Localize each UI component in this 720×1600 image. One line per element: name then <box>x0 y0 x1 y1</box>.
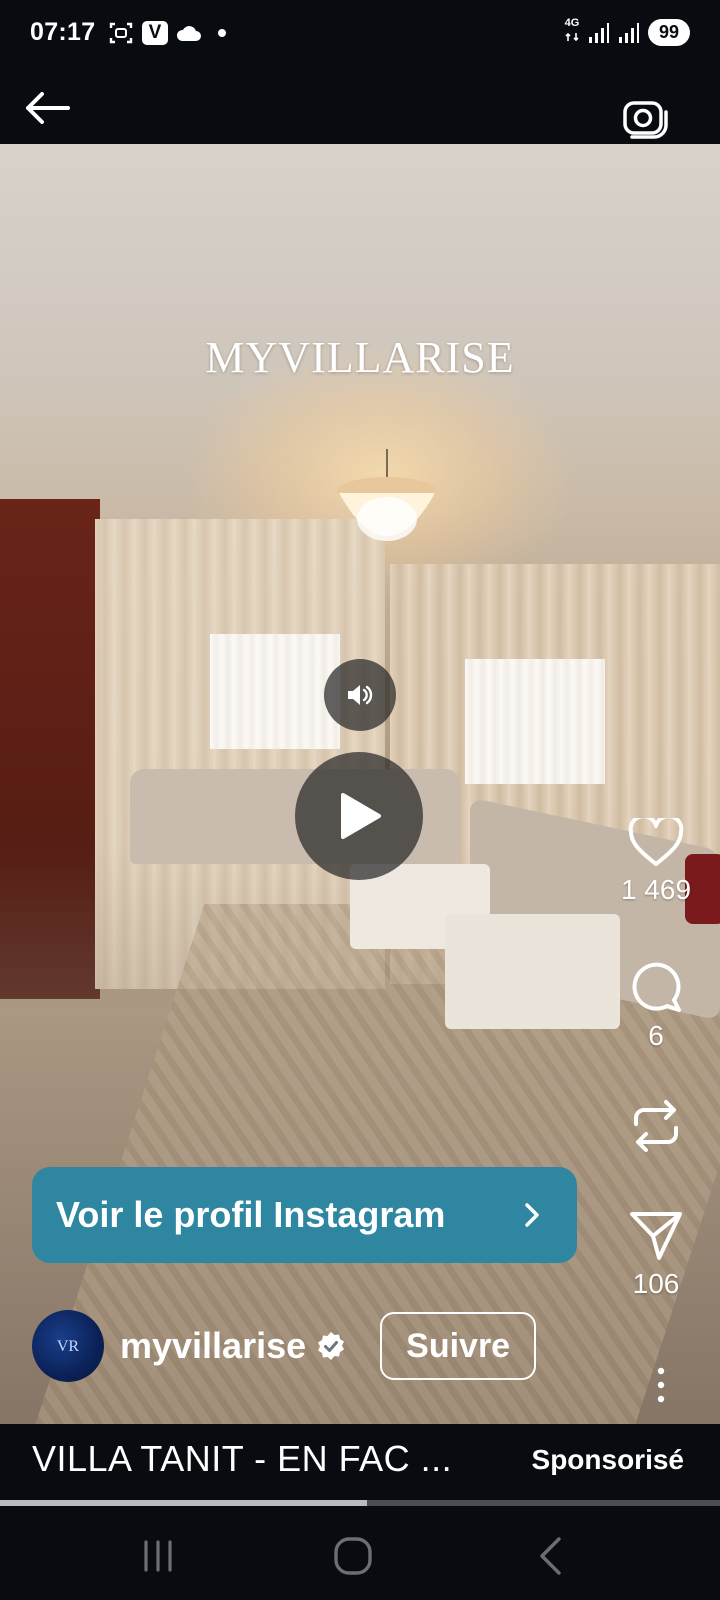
post-caption[interactable]: VILLA TANIT - EN FAC ... <box>32 1438 452 1480</box>
volume-icon <box>348 685 373 705</box>
username[interactable]: myvillarise <box>120 1325 306 1367</box>
avatar[interactable]: VR <box>32 1310 104 1382</box>
verified-badge-icon <box>318 1332 345 1360</box>
status-time: 07:17 <box>30 18 96 46</box>
share-count: 106 <box>632 1268 680 1299</box>
camera-icon[interactable] <box>622 96 670 144</box>
play-button[interactable] <box>295 752 423 880</box>
more-vertical-icon[interactable] <box>651 1365 671 1405</box>
svg-text:VR: VR <box>57 1338 80 1355</box>
like-count: 1 469 <box>620 874 692 905</box>
caption-bar: VILLA TANIT - EN FAC ... Sponsorisé <box>0 1424 720 1500</box>
repost-icon[interactable] <box>630 1098 682 1154</box>
view-profile-label: Voir le profil Instagram <box>56 1194 446 1235</box>
notification-dot <box>218 29 226 37</box>
signal-icon <box>589 22 609 43</box>
view-profile-button[interactable]: Voir le profil Instagram <box>32 1167 577 1263</box>
comment-action[interactable]: 6 <box>606 960 706 1052</box>
brand-logo-icon: VR <box>57 1338 80 1355</box>
play-icon <box>341 793 381 839</box>
home-icon[interactable] <box>333 1536 373 1576</box>
video-brand-text: MYVILLARISE <box>205 333 515 382</box>
send-action[interactable]: 106 <box>606 1210 706 1300</box>
system-nav-bar <box>0 1506 720 1600</box>
status-bar: 07:17 V 4G 99 <box>0 0 720 66</box>
profile-row: VR myvillarise Suivre <box>32 1310 537 1382</box>
network-type: 4G <box>564 18 580 47</box>
repost-action[interactable] <box>606 1098 706 1154</box>
comment-count: 6 <box>648 1020 664 1051</box>
chevron-right-icon <box>525 1203 539 1227</box>
comment-icon[interactable] <box>629 960 683 1014</box>
send-icon[interactable] <box>629 1210 683 1262</box>
volume-button[interactable] <box>324 659 396 731</box>
back-icon[interactable] <box>531 1536 571 1576</box>
top-bar <box>0 66 720 144</box>
like-action[interactable]: 1 469 <box>606 818 706 906</box>
screenshot-icon <box>108 20 134 46</box>
recents-icon[interactable] <box>138 1536 178 1576</box>
status-icons-right: 4G 99 <box>564 18 690 47</box>
cloud-icon <box>176 20 202 46</box>
signal-icon <box>619 22 639 43</box>
sponsored-label: Sponsorisé <box>531 1444 684 1475</box>
battery-icon: 99 <box>648 19 690 46</box>
status-icons-left: V <box>108 20 226 46</box>
back-arrow-icon[interactable] <box>22 88 72 128</box>
follow-button[interactable]: Suivre <box>380 1312 537 1380</box>
v-app-icon: V <box>142 21 168 45</box>
heart-icon[interactable] <box>628 818 684 868</box>
chandelier-image <box>337 449 437 541</box>
